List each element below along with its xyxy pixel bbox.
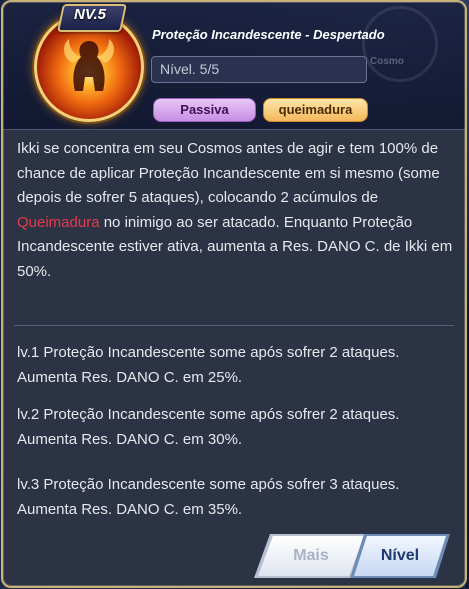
panel-border — [1, 0, 467, 588]
